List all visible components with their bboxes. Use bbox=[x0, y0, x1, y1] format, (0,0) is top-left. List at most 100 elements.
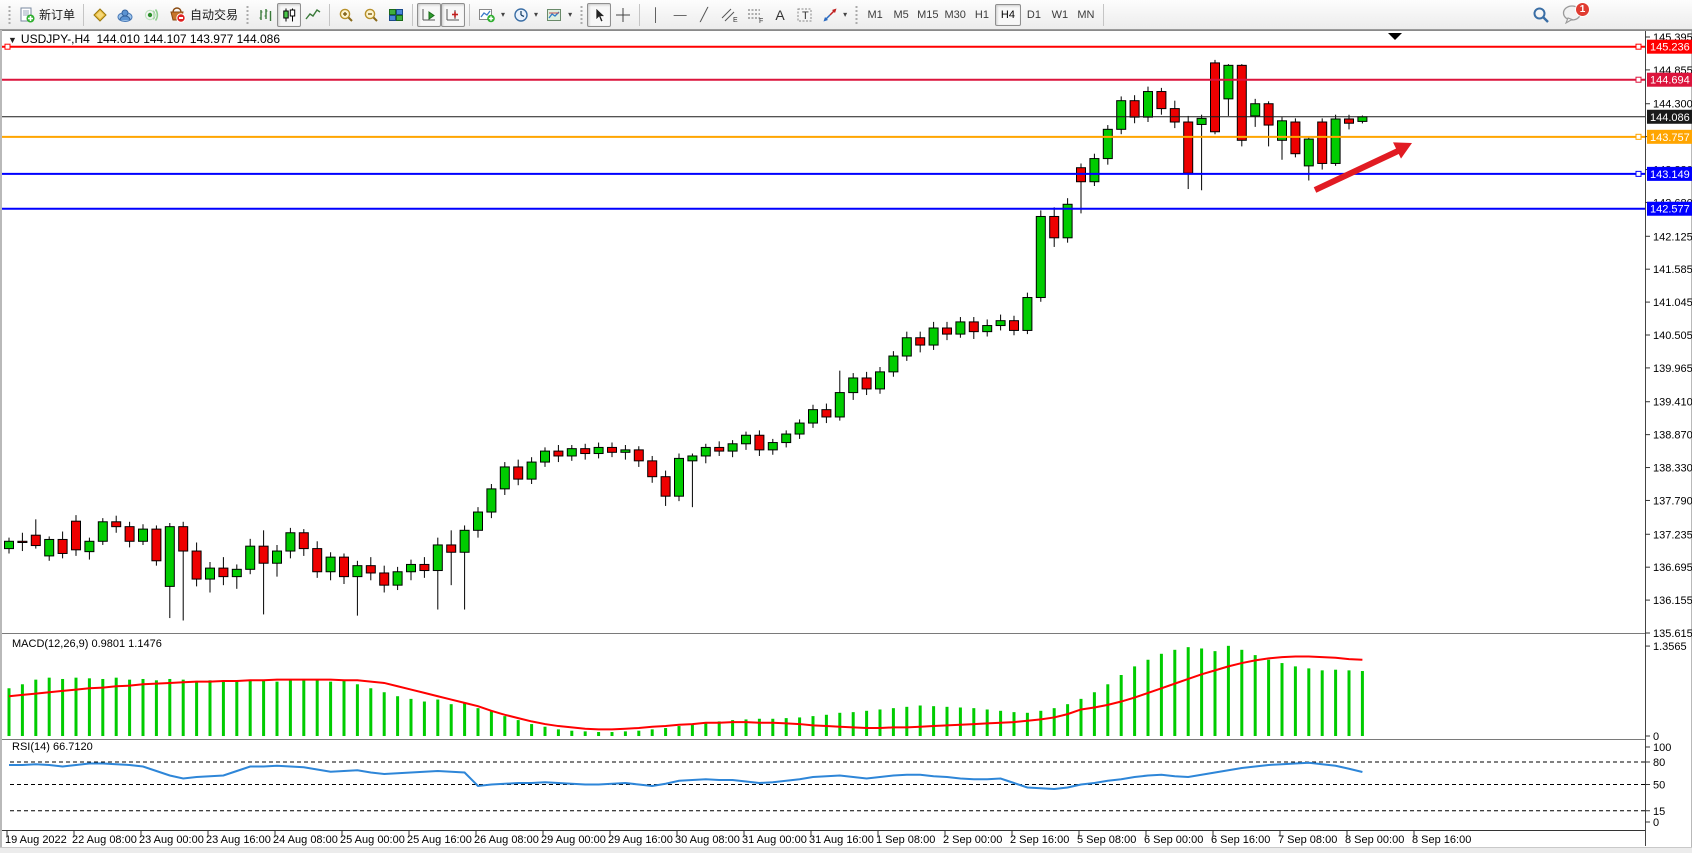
line-chart-button[interactable] bbox=[301, 3, 325, 27]
svg-text:140.505: 140.505 bbox=[1653, 330, 1692, 342]
bar-chart-button[interactable] bbox=[253, 3, 277, 27]
timeframe-mn[interactable]: MN bbox=[1073, 4, 1099, 26]
svg-text:8 Sep 00:00: 8 Sep 00:00 bbox=[1345, 834, 1404, 846]
timeframe-d1[interactable]: D1 bbox=[1021, 4, 1047, 26]
tile-windows-button[interactable] bbox=[384, 3, 408, 27]
market-depth-button[interactable] bbox=[88, 3, 112, 27]
zoom-in-button[interactable] bbox=[334, 3, 359, 27]
search-button[interactable] bbox=[1528, 3, 1554, 27]
chart-window[interactable]: 145.395144.855144.300143.760143.220142.6… bbox=[0, 30, 1692, 853]
svg-text:142.577: 142.577 bbox=[1650, 204, 1690, 216]
auto-trading-button[interactable]: 自动交易 bbox=[164, 3, 242, 27]
svg-text:80: 80 bbox=[1653, 757, 1665, 769]
window-bottom-edge bbox=[0, 847, 1692, 853]
auto-trading-icon bbox=[168, 7, 186, 23]
svg-text:29 Aug 00:00: 29 Aug 00:00 bbox=[541, 834, 606, 846]
svg-text:22 Aug 08:00: 22 Aug 08:00 bbox=[72, 834, 137, 846]
horizontal-lines[interactable] bbox=[2, 44, 1645, 209]
chart-shift-button[interactable] bbox=[441, 3, 465, 27]
timeframe-m30[interactable]: M30 bbox=[942, 4, 969, 26]
svg-text:F: F bbox=[759, 18, 763, 23]
indicators-button[interactable]: ▾ bbox=[474, 3, 509, 27]
line-handle[interactable] bbox=[1636, 44, 1641, 49]
dropdown-caret-icon: ▾ bbox=[501, 10, 505, 19]
toolbar-grip[interactable] bbox=[579, 5, 584, 25]
signals-button[interactable] bbox=[138, 3, 164, 27]
new-order-button[interactable]: 新订单 bbox=[15, 3, 79, 27]
svg-text:1.3565: 1.3565 bbox=[1653, 641, 1687, 653]
svg-text:144.694: 144.694 bbox=[1650, 75, 1690, 87]
crosshair-icon bbox=[615, 7, 631, 23]
new-order-icon bbox=[19, 7, 35, 23]
vertical-line-tool[interactable]: │ bbox=[644, 3, 668, 27]
timeframe-w1[interactable]: W1 bbox=[1047, 4, 1073, 26]
line-chart-icon bbox=[305, 7, 321, 23]
price-chart[interactable]: 145.395144.855144.300143.760143.220142.6… bbox=[2, 30, 1692, 853]
date-axis[interactable]: 19 Aug 202222 Aug 08:0023 Aug 00:0023 Au… bbox=[5, 831, 1471, 847]
text-tool[interactable]: A bbox=[768, 3, 792, 27]
toolbar-grip[interactable] bbox=[245, 5, 250, 25]
community-button[interactable] bbox=[112, 3, 138, 27]
cursor-button[interactable] bbox=[587, 3, 611, 27]
line-handle[interactable] bbox=[1636, 77, 1641, 82]
toolbar-grip[interactable] bbox=[7, 5, 12, 25]
new-order-label: 新订单 bbox=[39, 6, 75, 23]
timeframe-m1[interactable]: M1 bbox=[862, 4, 888, 26]
trendline-tool[interactable]: ╱ bbox=[692, 3, 716, 27]
timeframe-h1[interactable]: H1 bbox=[969, 4, 995, 26]
toolbar-right-icons: 1 bbox=[1528, 0, 1586, 30]
timeframe-m5[interactable]: M5 bbox=[888, 4, 914, 26]
horizontal-line-tool[interactable]: — bbox=[668, 3, 692, 27]
price-axis[interactable]: 145.395144.855144.300143.760143.220142.6… bbox=[1645, 32, 1692, 829]
rsi-indicator-label: RSI(14) 66.7120 bbox=[12, 741, 93, 753]
fibonacci-tool[interactable]: F bbox=[742, 3, 768, 27]
zoom-out-button[interactable] bbox=[359, 3, 384, 27]
svg-text:141.045: 141.045 bbox=[1653, 297, 1692, 309]
zoom-in-icon bbox=[338, 7, 355, 23]
svg-text:23 Aug 00:00: 23 Aug 00:00 bbox=[139, 834, 204, 846]
svg-text:2 Sep 00:00: 2 Sep 00:00 bbox=[943, 834, 1002, 846]
text-label-tool[interactable]: T bbox=[792, 3, 818, 27]
line-handle[interactable] bbox=[1636, 134, 1641, 139]
toolbar-grip[interactable] bbox=[854, 5, 859, 25]
search-icon bbox=[1532, 6, 1550, 24]
svg-text:1 Sep 08:00: 1 Sep 08:00 bbox=[876, 834, 935, 846]
svg-text:24 Aug 08:00: 24 Aug 08:00 bbox=[273, 834, 338, 846]
horizontal-line-icon: — bbox=[674, 8, 687, 21]
arrows-tool[interactable]: ▾ bbox=[818, 3, 851, 27]
equidistant-channel-tool[interactable]: E bbox=[716, 3, 742, 27]
toolbar-separator bbox=[329, 4, 330, 26]
annotations[interactable] bbox=[1315, 33, 1412, 190]
svg-text:142.125: 142.125 bbox=[1653, 231, 1692, 243]
svg-text:135.615: 135.615 bbox=[1653, 628, 1692, 640]
chart-title-collapse-icon[interactable]: ▼ bbox=[8, 35, 17, 45]
main-toolbar: 新订单 自动交易 ▾ ▾ ▾ │ — ╱ E F A T ▾ M1 M5 M15… bbox=[0, 0, 1692, 30]
auto-scroll-button[interactable] bbox=[417, 3, 441, 27]
timeframe-h4[interactable]: H4 bbox=[995, 4, 1021, 26]
periods-button[interactable]: ▾ bbox=[509, 3, 542, 27]
svg-text:144.086: 144.086 bbox=[1650, 112, 1690, 124]
trend-arrow[interactable] bbox=[1315, 151, 1398, 190]
templates-button[interactable]: ▾ bbox=[542, 3, 576, 27]
trendline-icon: ╱ bbox=[700, 8, 708, 21]
svg-text:137.790: 137.790 bbox=[1653, 495, 1692, 507]
chart-shift-marker[interactable] bbox=[1388, 33, 1402, 40]
line-handle[interactable] bbox=[1636, 171, 1641, 176]
svg-text:143.149: 143.149 bbox=[1650, 169, 1690, 181]
crosshair-button[interactable] bbox=[611, 3, 635, 27]
timeframe-m15[interactable]: M15 bbox=[914, 4, 941, 26]
svg-text:6 Sep 16:00: 6 Sep 16:00 bbox=[1211, 834, 1270, 846]
dropdown-caret-icon: ▾ bbox=[843, 10, 847, 19]
svg-text:138.870: 138.870 bbox=[1653, 430, 1692, 442]
chart-shift-icon bbox=[445, 7, 461, 23]
svg-text:30 Aug 08:00: 30 Aug 08:00 bbox=[675, 834, 740, 846]
candlestick-chart-button[interactable] bbox=[277, 3, 301, 27]
macd-histogram bbox=[8, 646, 1364, 736]
svg-text:136.695: 136.695 bbox=[1653, 562, 1692, 574]
svg-text:5 Sep 08:00: 5 Sep 08:00 bbox=[1077, 834, 1136, 846]
svg-text:6 Sep 00:00: 6 Sep 00:00 bbox=[1144, 834, 1203, 846]
dropdown-caret-icon: ▾ bbox=[534, 10, 538, 19]
toolbar-separator bbox=[469, 4, 470, 26]
notifications-button[interactable]: 1 bbox=[1562, 4, 1586, 26]
rsi-line bbox=[9, 763, 1362, 789]
